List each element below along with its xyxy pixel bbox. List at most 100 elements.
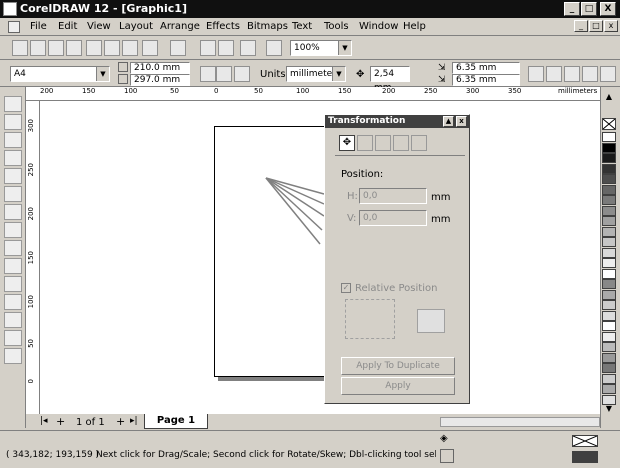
paste-icon[interactable] [122, 40, 138, 56]
snap-to-objects-icon[interactable] [564, 66, 580, 82]
polygon-tool-icon[interactable] [4, 222, 22, 238]
skew-tab-icon[interactable] [411, 135, 427, 151]
doc-minimize-button[interactable]: _ [574, 20, 588, 32]
portrait-icon[interactable] [200, 66, 216, 82]
interactive-blend-tool-icon[interactable] [4, 276, 22, 292]
color-swatch[interactable] [602, 184, 616, 195]
dynamic-guides-icon[interactable] [582, 66, 598, 82]
color-swatch[interactable] [602, 384, 616, 394]
ellipse-tool-icon[interactable] [4, 204, 22, 220]
color-swatch[interactable] [602, 310, 616, 321]
color-swatch[interactable] [602, 195, 616, 205]
rectangle-tool-icon[interactable] [4, 186, 22, 202]
smart-fill-tool-icon[interactable] [4, 168, 22, 184]
color-swatch[interactable] [602, 216, 616, 226]
copy-icon[interactable] [104, 40, 120, 56]
all-pages-icon[interactable] [234, 66, 250, 82]
color-swatch[interactable] [602, 394, 616, 405]
outline-tool-icon[interactable] [4, 312, 22, 328]
no-color-swatch[interactable] [602, 118, 616, 130]
cut-icon[interactable] [86, 40, 102, 56]
zoom-combo[interactable]: 100% ▼ [290, 40, 352, 56]
paper-type-combo[interactable]: A4 ▼ [10, 66, 110, 82]
menu-layout[interactable]: Layout [119, 21, 153, 32]
application-launcher-icon[interactable] [240, 40, 256, 56]
save-icon[interactable] [48, 40, 64, 56]
doc-close-button[interactable]: x [604, 20, 618, 32]
eyedropper-tool-icon[interactable] [4, 294, 22, 310]
menu-bitmaps[interactable]: Bitmaps [247, 21, 288, 32]
chevron-down-icon[interactable]: ▼ [332, 67, 345, 81]
menu-window[interactable]: Window [359, 21, 398, 32]
document-icon[interactable] [8, 21, 20, 33]
color-swatch[interactable] [602, 300, 616, 310]
docker-close-button[interactable]: x [456, 116, 467, 127]
import-icon[interactable] [200, 40, 216, 56]
horizontal-ruler[interactable]: 200 150 100 50 0 50 100 150 200 250 300 … [26, 87, 600, 101]
export-icon[interactable] [218, 40, 234, 56]
snap-to-guidelines-icon[interactable] [546, 66, 562, 82]
docker-collapse-button[interactable]: ▲ [443, 116, 454, 127]
duplicate-x-field[interactable]: 6.35 mm [452, 62, 520, 74]
vertical-ruler[interactable]: 300 250 200 150 100 50 0 [26, 101, 40, 414]
shape-tool-icon[interactable] [4, 114, 22, 130]
color-swatch[interactable] [602, 132, 616, 142]
interactive-fill-tool-icon[interactable] [4, 348, 22, 364]
drawing-page[interactable] [214, 126, 334, 377]
chevron-down-icon[interactable]: ▼ [338, 41, 351, 55]
color-swatch[interactable] [602, 153, 616, 163]
apply-button[interactable]: Apply [341, 377, 455, 395]
rotate-tab-icon[interactable] [357, 135, 373, 151]
menu-help[interactable]: Help [403, 21, 426, 32]
landscape-icon[interactable] [216, 66, 232, 82]
page-height-field[interactable]: 297.0 mm [130, 74, 190, 86]
color-swatch[interactable] [602, 247, 616, 258]
color-swatch[interactable] [602, 163, 616, 174]
menu-edit[interactable]: Edit [58, 21, 77, 32]
color-swatch[interactable] [602, 373, 616, 384]
h-position-field[interactable]: 0,0 [359, 188, 427, 204]
snap-to-grid-icon[interactable] [528, 66, 544, 82]
color-swatch[interactable] [602, 174, 616, 184]
undo-icon[interactable] [142, 40, 158, 56]
first-page-button[interactable]: |◂ [40, 416, 48, 426]
text-tool-icon[interactable] [4, 258, 22, 274]
relative-position-checkbox[interactable]: ✓ [341, 283, 351, 293]
menu-effects[interactable]: Effects [206, 21, 240, 32]
color-swatch[interactable] [602, 205, 616, 216]
add-page-before-button[interactable]: + [56, 415, 65, 428]
print-icon[interactable] [66, 40, 82, 56]
scale-tab-icon[interactable] [375, 135, 391, 151]
apply-to-duplicate-button[interactable]: Apply To Duplicate [341, 357, 455, 375]
color-swatch[interactable] [602, 352, 616, 363]
page-width-field[interactable]: 210.0 mm [130, 62, 190, 74]
horizontal-scrollbar[interactable] [440, 417, 600, 427]
close-button[interactable]: X [600, 2, 616, 16]
chevron-down-icon[interactable]: ▼ [96, 67, 109, 81]
menu-view[interactable]: View [87, 21, 111, 32]
palette-scroll-up[interactable]: ▲ [602, 92, 616, 102]
new-icon[interactable] [12, 40, 28, 56]
basic-shapes-tool-icon[interactable] [4, 240, 22, 256]
open-icon[interactable] [30, 40, 46, 56]
color-swatch[interactable] [602, 279, 616, 289]
color-swatch[interactable] [602, 258, 616, 268]
color-swatch[interactable] [602, 331, 616, 342]
duplicate-y-field[interactable]: 6.35 mm [452, 74, 520, 86]
color-swatch[interactable] [602, 142, 616, 153]
add-page-after-button[interactable]: + [116, 415, 125, 428]
fill-swatch-none-icon[interactable] [572, 435, 598, 447]
color-swatch[interactable] [602, 363, 616, 373]
options-icon[interactable] [600, 66, 616, 82]
units-combo[interactable]: millimeters ▼ [286, 66, 346, 82]
menu-arrange[interactable]: Arrange [160, 21, 200, 32]
position-tab-icon[interactable]: ✥ [339, 135, 355, 151]
menu-file[interactable]: File [30, 21, 47, 32]
size-tab-icon[interactable] [393, 135, 409, 151]
v-position-field[interactable]: 0,0 [359, 210, 427, 226]
color-swatch[interactable] [602, 289, 616, 300]
drawn-lines[interactable] [260, 170, 330, 250]
freehand-tool-icon[interactable] [4, 150, 22, 166]
redo-icon[interactable] [170, 40, 186, 56]
maximize-button[interactable]: □ [581, 2, 597, 16]
